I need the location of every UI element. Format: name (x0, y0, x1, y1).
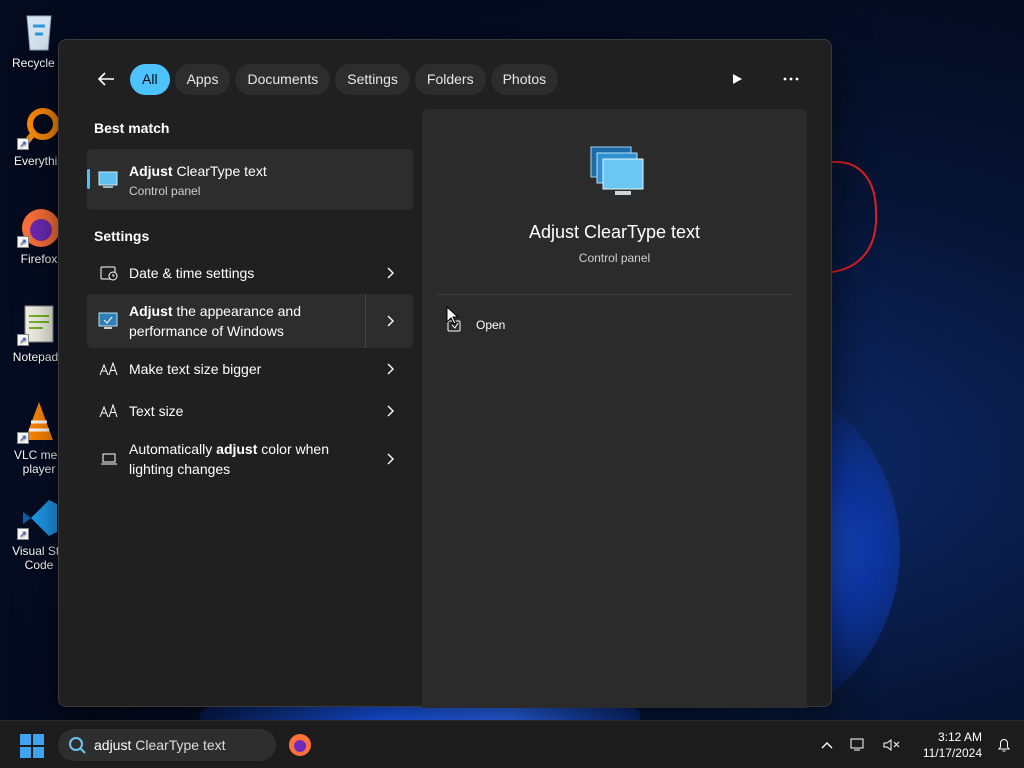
chevron-up-icon[interactable] (815, 733, 839, 757)
search-window: All Apps Documents Settings Folders Phot… (58, 39, 832, 708)
laptop-icon (97, 447, 121, 471)
setting-label: Automatically adjust color when lighting… (129, 441, 329, 477)
setting-label: Adjust the appearance and performance of… (129, 303, 302, 339)
vlc-icon: ↗ (17, 400, 61, 444)
back-button[interactable] (89, 63, 123, 95)
taskbar-search-box[interactable]: adjust ClearType text (58, 729, 276, 761)
chevron-right-icon (383, 451, 399, 467)
filter-apps[interactable]: Apps (174, 63, 231, 95)
preview-pane: Adjust ClearType text Control panel Open (422, 109, 807, 708)
clock[interactable]: 3:12 AM 11/17/2024 (923, 729, 982, 761)
back-arrow-icon (97, 72, 114, 86)
preview-subtitle: Control panel (578, 251, 651, 265)
monitor-icon (97, 168, 121, 192)
notepad-plus-plus-icon: ↗ (17, 302, 61, 346)
more-options-icon[interactable] (779, 67, 803, 91)
filter-photos[interactable]: Photos (490, 63, 559, 95)
results-list: Best match Adjust ClearType text Control… (87, 120, 413, 486)
taskbar-firefox[interactable] (288, 733, 312, 757)
mouse-cursor-icon (446, 306, 460, 325)
chevron-right-icon (383, 361, 399, 377)
chevron-right-icon (383, 265, 399, 281)
chevron-right-icon[interactable] (383, 313, 399, 329)
network-icon[interactable] (847, 733, 871, 757)
filter-settings[interactable]: Settings (335, 63, 410, 95)
filter-folders[interactable]: Folders (414, 63, 486, 95)
clock-settings-icon (97, 261, 121, 285)
speaker-muted-icon[interactable] (879, 733, 903, 757)
windows-logo-icon (20, 734, 44, 758)
text-size-icon (97, 399, 121, 423)
taskbar: adjust ClearType text 3:12 AM 11/17/2024 (0, 720, 1024, 768)
setting-date-time[interactable]: Date & time settings (87, 252, 413, 294)
filter-bar: All Apps Documents Settings Folders Phot… (89, 63, 559, 95)
preview-divider (436, 294, 793, 295)
firefox-icon: ↗ (17, 204, 61, 248)
best-match-result[interactable]: Adjust ClearType text Control panel (87, 149, 413, 210)
chevron-right-icon (383, 403, 399, 419)
system-tray: 3:12 AM 11/17/2024 (815, 721, 1024, 768)
everything-search-icon: ↗ (17, 106, 61, 150)
clock-date: 11/17/2024 (922, 746, 982, 760)
settings-heading: Settings (94, 228, 150, 244)
start-button[interactable] (20, 734, 44, 758)
clock-time: 3:12 AM (937, 730, 982, 744)
best-match-subtitle: Control panel (129, 184, 201, 198)
preview-title: Adjust ClearType text (528, 222, 701, 242)
setting-label: Make text size bigger (129, 361, 262, 377)
vscode-icon: ↗ (17, 496, 61, 540)
filter-all[interactable]: All (130, 63, 170, 95)
notification-bell-icon[interactable] (992, 733, 1016, 757)
filter-documents[interactable]: Documents (235, 63, 331, 95)
best-match-title: Adjust ClearType text (129, 163, 267, 179)
taskbar-search-query: adjust ClearType text (94, 737, 226, 753)
top-right-actions (725, 63, 803, 95)
setting-label: Date & time settings (129, 265, 255, 281)
setting-label: Text size (129, 403, 184, 419)
firefox-icon (289, 734, 311, 756)
setting-text-size[interactable]: Text size (87, 390, 413, 432)
search-icon (69, 737, 86, 754)
setting-text-size-bigger[interactable]: Make text size bigger (87, 348, 413, 390)
setting-appearance-performance[interactable]: Adjust the appearance and performance of… (87, 294, 413, 348)
cleartype-monitor-icon (587, 143, 645, 201)
play-icon[interactable] (725, 67, 749, 91)
best-match-heading: Best match (94, 120, 170, 136)
setting-auto-color[interactable]: Automatically adjust color when lighting… (87, 432, 413, 486)
performance-monitor-icon (97, 309, 121, 333)
text-size-icon (97, 357, 121, 381)
open-label: Open (476, 318, 506, 332)
recycle-bin-icon (17, 8, 61, 52)
row-divider (365, 294, 366, 348)
